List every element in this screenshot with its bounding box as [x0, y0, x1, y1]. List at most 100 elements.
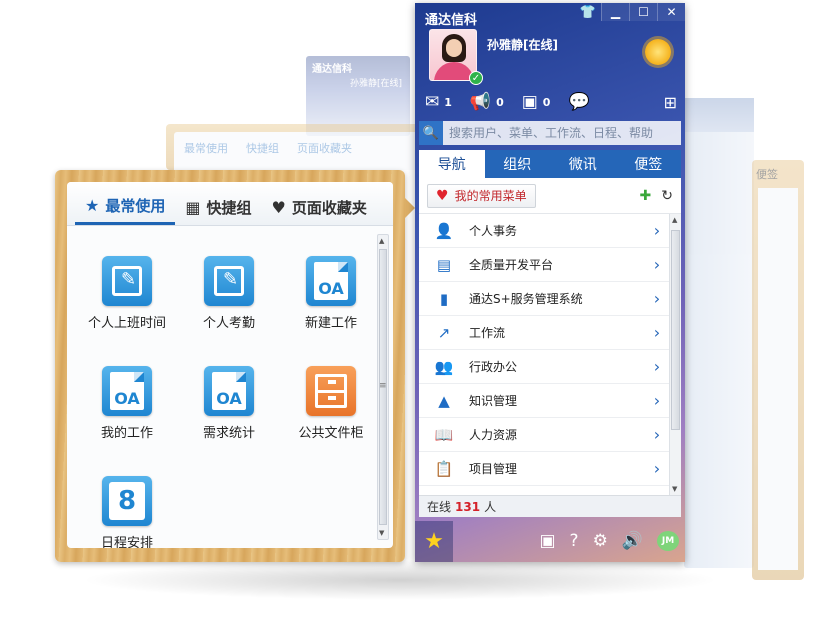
panel-pointer [405, 198, 415, 218]
app-public-cabinet[interactable]: 公共文件柜 [281, 366, 381, 441]
oa-doc-icon: OA [204, 366, 254, 416]
app-attendance[interactable]: 个人考勤 [179, 256, 279, 331]
notification-count: 0 [496, 95, 504, 109]
chevron-right-icon: › [653, 425, 661, 444]
megaphone-icon: 📢 [469, 91, 492, 112]
favorites-scrollbar[interactable]: ▲ ≡ ▼ [377, 234, 389, 540]
menu-item-knowledge[interactable]: ▲ 知识管理 › [419, 384, 669, 418]
scroll-up-icon[interactable]: ▲ [672, 216, 677, 224]
tab-shortcut-group[interactable]: ▦ 快捷组 [175, 189, 261, 225]
app-label: 公共文件柜 [298, 426, 364, 441]
group-icon: 👥 [434, 357, 454, 376]
menu-tools: ✚ ↻ [640, 188, 673, 204]
favorites-grid: 个人上班时间 个人考勤 OA 新建工作 OA 我的工作 OA 需求统计 公共文件… [67, 226, 371, 548]
menu-item-label: 人力资源 [469, 428, 518, 442]
refresh-icon[interactable]: ↻ [661, 188, 673, 204]
app-my-work[interactable]: OA 我的工作 [77, 366, 177, 441]
menu-item-workflow[interactable]: ↗ 工作流 › [419, 316, 669, 350]
tab-label: 页面收藏夹 [291, 198, 367, 217]
online-count-bar: 在线 131 人 [419, 495, 681, 517]
scroll-down-icon[interactable]: ▼ [379, 529, 384, 537]
menu-list: 👤 个人事务 › ▤ 全质量开发平台 › ▮ 通达S+服务管理系统 › ↗ 工作… [419, 214, 669, 495]
volume-icon[interactable]: 🔊 [622, 531, 643, 551]
menu-item-label: 通达S+服务管理系统 [469, 292, 583, 306]
window-controls: 👕 ▁ ☐ ✕ [575, 3, 685, 21]
help-icon[interactable]: ? [570, 531, 579, 551]
person-icon: 👤 [434, 221, 454, 240]
plus-grid-icon: ▣ [521, 91, 538, 112]
minimize-button[interactable]: ▁ [601, 3, 629, 21]
app-demand-stats[interactable]: OA 需求统计 [179, 366, 279, 441]
tab-page-favorites[interactable]: ♥ 页面收藏夹 [262, 189, 377, 225]
book-user-icon: 📖 [434, 425, 454, 444]
jm-icon[interactable]: JM [657, 531, 679, 551]
maximize-button[interactable]: ☐ [629, 3, 657, 21]
cabinet-icon [306, 366, 356, 416]
gear-icon[interactable]: ⚙ [593, 531, 608, 551]
notification-row: ✉ 1 📢 0 ▣ 0 💬 ⊞ [425, 91, 677, 113]
scroll-down-icon[interactable]: ▼ [672, 485, 677, 493]
online-suffix: 人 [484, 500, 497, 514]
close-button[interactable]: ✕ [657, 3, 685, 21]
app-center-icon[interactable]: ⊞ [664, 93, 677, 112]
my-menu-button[interactable]: ♥ 我的常用菜单 [427, 183, 536, 208]
scroll-up-icon[interactable]: ▲ [379, 237, 384, 245]
menu-item-label: 个人事务 [469, 224, 518, 238]
mail-icon: ✉ [425, 91, 440, 112]
chevron-right-icon: › [653, 255, 661, 274]
user-name[interactable]: 孙雅静[在线] [487, 36, 558, 53]
chevron-right-icon: › [653, 289, 661, 308]
start-menu-icon[interactable]: ★ [415, 521, 453, 562]
mail-notification[interactable]: ✉ 1 [425, 91, 452, 112]
heart-icon: ♥ [436, 187, 449, 204]
app-work-time[interactable]: 个人上班时间 [77, 256, 177, 331]
window-title: 通达信科 [425, 13, 478, 28]
client-window: 通达信科 👕 ▁ ☐ ✕ ✓ 孙雅静[在线] ✉ 1 📢 0 ▣ 0 💬 ⊞ 🔍 [415, 3, 685, 562]
menu-item-project[interactable]: 📋 项目管理 › [419, 452, 669, 486]
announcement-notification[interactable]: 📢 0 [469, 91, 504, 112]
online-prefix: 在线 [427, 500, 452, 514]
oa-doc-icon: OA [102, 366, 152, 416]
app-schedule[interactable]: 8 日程安排 [77, 476, 177, 548]
search-icon[interactable]: 🔍 [419, 121, 443, 145]
ghost-wood-inner [758, 188, 798, 570]
drop-shadow [80, 560, 720, 600]
app-label: 我的工作 [100, 426, 153, 441]
online-status-icon: ✓ [469, 71, 483, 85]
menu-item-administration[interactable]: 👥 行政办公 › [419, 350, 669, 384]
heart-icon: ♥ [271, 197, 286, 217]
menu-scrollbar[interactable]: ▲ ▼ [669, 214, 681, 495]
tab-notes[interactable]: 便签 [616, 150, 682, 178]
tab-organization[interactable]: 组织 [485, 150, 551, 178]
add-icon[interactable]: ✚ [640, 188, 652, 204]
tab-label: 快捷组 [206, 198, 252, 217]
online-count[interactable]: 131 [455, 500, 480, 514]
menu-item-personal[interactable]: 👤 个人事务 › [419, 214, 669, 248]
search-input[interactable] [443, 121, 681, 145]
scroll-thumb[interactable] [671, 230, 680, 430]
main-tabs: 导航 组织 微讯 便签 [419, 150, 681, 178]
chat-notification[interactable]: 💬 [568, 93, 589, 111]
app-label: 需求统计 [202, 426, 255, 441]
chevron-right-icon: › [653, 391, 661, 410]
app-label: 个人考勤 [202, 316, 255, 331]
edit-doc-icon [102, 256, 152, 306]
share-icon: ↗ [437, 323, 451, 342]
sun-icon[interactable] [645, 39, 671, 65]
tab-most-used[interactable]: ★ 最常使用 [75, 189, 176, 225]
bottom-toolbar: ★ ▣ ? ⚙ 🔊 JM [415, 521, 685, 562]
note-icon[interactable]: ▣ [539, 531, 555, 551]
menu-item-label: 行政办公 [469, 360, 518, 374]
tab-navigation[interactable]: 导航 [419, 150, 485, 178]
my-menu-label: 我的常用菜单 [454, 189, 527, 203]
ghost-tab: 页面收藏夹 [297, 142, 352, 155]
menu-item-service-system[interactable]: ▮ 通达S+服务管理系统 › [419, 282, 669, 316]
tab-micro-message[interactable]: 微讯 [550, 150, 616, 178]
app-new-work[interactable]: OA 新建工作 [281, 256, 381, 331]
menu-item-hr[interactable]: 📖 人力资源 › [419, 418, 669, 452]
skin-icon[interactable]: 👕 [575, 3, 601, 21]
menu-item-label: 工作流 [469, 326, 506, 340]
chevron-right-icon: › [653, 323, 661, 342]
menu-item-quality-platform[interactable]: ▤ 全质量开发平台 › [419, 248, 669, 282]
app-notification[interactable]: ▣ 0 [521, 91, 551, 112]
